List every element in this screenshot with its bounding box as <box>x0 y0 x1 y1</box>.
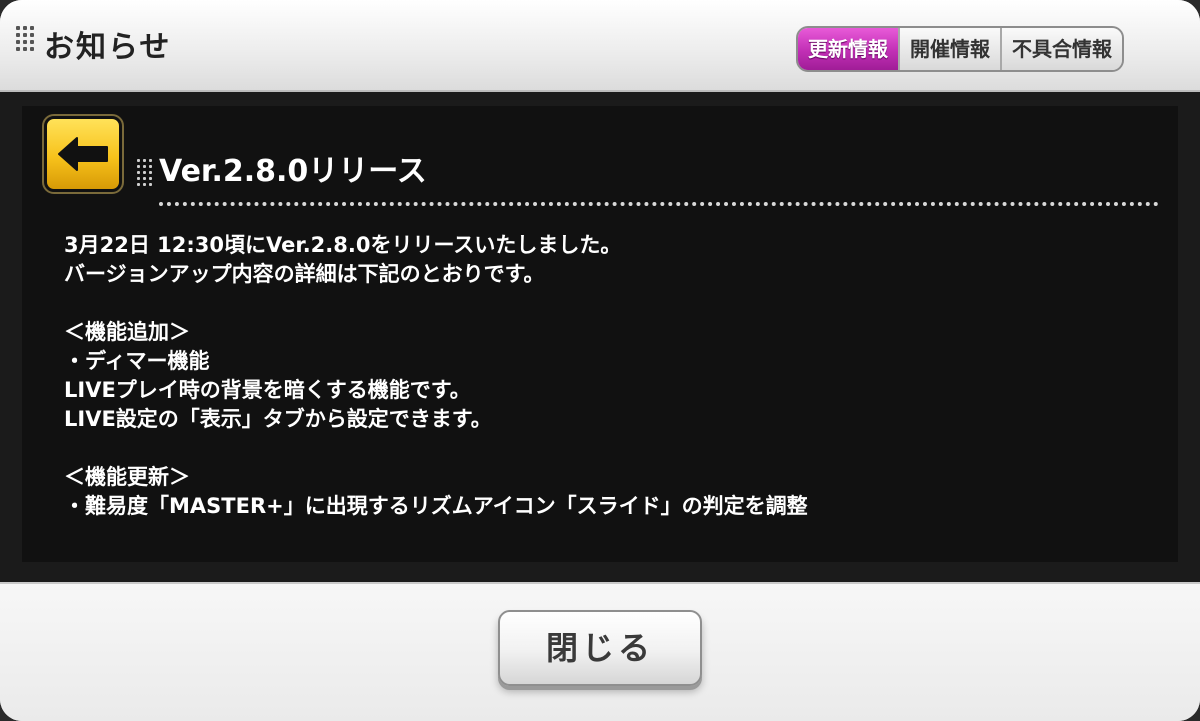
body-line: ＜機能更新＞ <box>64 465 190 489</box>
title-divider <box>159 202 1159 206</box>
tab-events[interactable]: 開催情報 <box>900 28 1002 70</box>
body-line <box>64 289 1144 318</box>
article-title: Ver.2.8.0リリース <box>159 154 427 189</box>
body-line: LIVE設定の「表示」タブから設定できます。 <box>64 407 492 431</box>
notice-tabs: 更新情報 開催情報 不具合情報 <box>796 26 1124 72</box>
notice-dialog: お知らせ 更新情報 開催情報 不具合情報 Ver.2.8.0リリース 3月22日… <box>0 0 1200 721</box>
dialog-footer: 閉じる <box>0 582 1200 721</box>
article-body: 3月22日 12:30頃にVer.2.8.0をリリースいたしました。 バージョン… <box>64 231 1144 521</box>
dialog-title: お知らせ <box>44 30 172 65</box>
body-line: ＜機能追加＞ <box>64 320 190 344</box>
content-area: Ver.2.8.0リリース 3月22日 12:30頃にVer.2.8.0をリリー… <box>0 92 1200 582</box>
article-panel[interactable]: Ver.2.8.0リリース 3月22日 12:30頃にVer.2.8.0をリリー… <box>22 106 1178 562</box>
body-line: LIVEプレイ時の背景を暗くする機能です。 <box>64 378 471 402</box>
body-line: ・ディマー機能 <box>64 349 210 373</box>
back-button[interactable] <box>42 114 124 194</box>
left-arrow-icon <box>58 137 108 171</box>
title-dots-icon <box>16 26 34 51</box>
close-button[interactable]: 閉じる <box>498 610 702 686</box>
body-line: ・難易度「MASTER+」に出現するリズムアイコン「スライド」の判定を調整 <box>64 494 808 518</box>
body-line: バージョンアップ内容の詳細は下記のとおりです。 <box>64 262 545 286</box>
dialog-header: お知らせ 更新情報 開催情報 不具合情報 <box>0 0 1200 92</box>
body-line: 3月22日 12:30頃にVer.2.8.0をリリースいたしました。 <box>64 233 622 257</box>
body-line <box>64 434 1144 463</box>
article-title-dots-icon <box>137 159 152 186</box>
tab-updates[interactable]: 更新情報 <box>798 28 900 70</box>
tab-bugs[interactable]: 不具合情報 <box>1002 28 1122 70</box>
